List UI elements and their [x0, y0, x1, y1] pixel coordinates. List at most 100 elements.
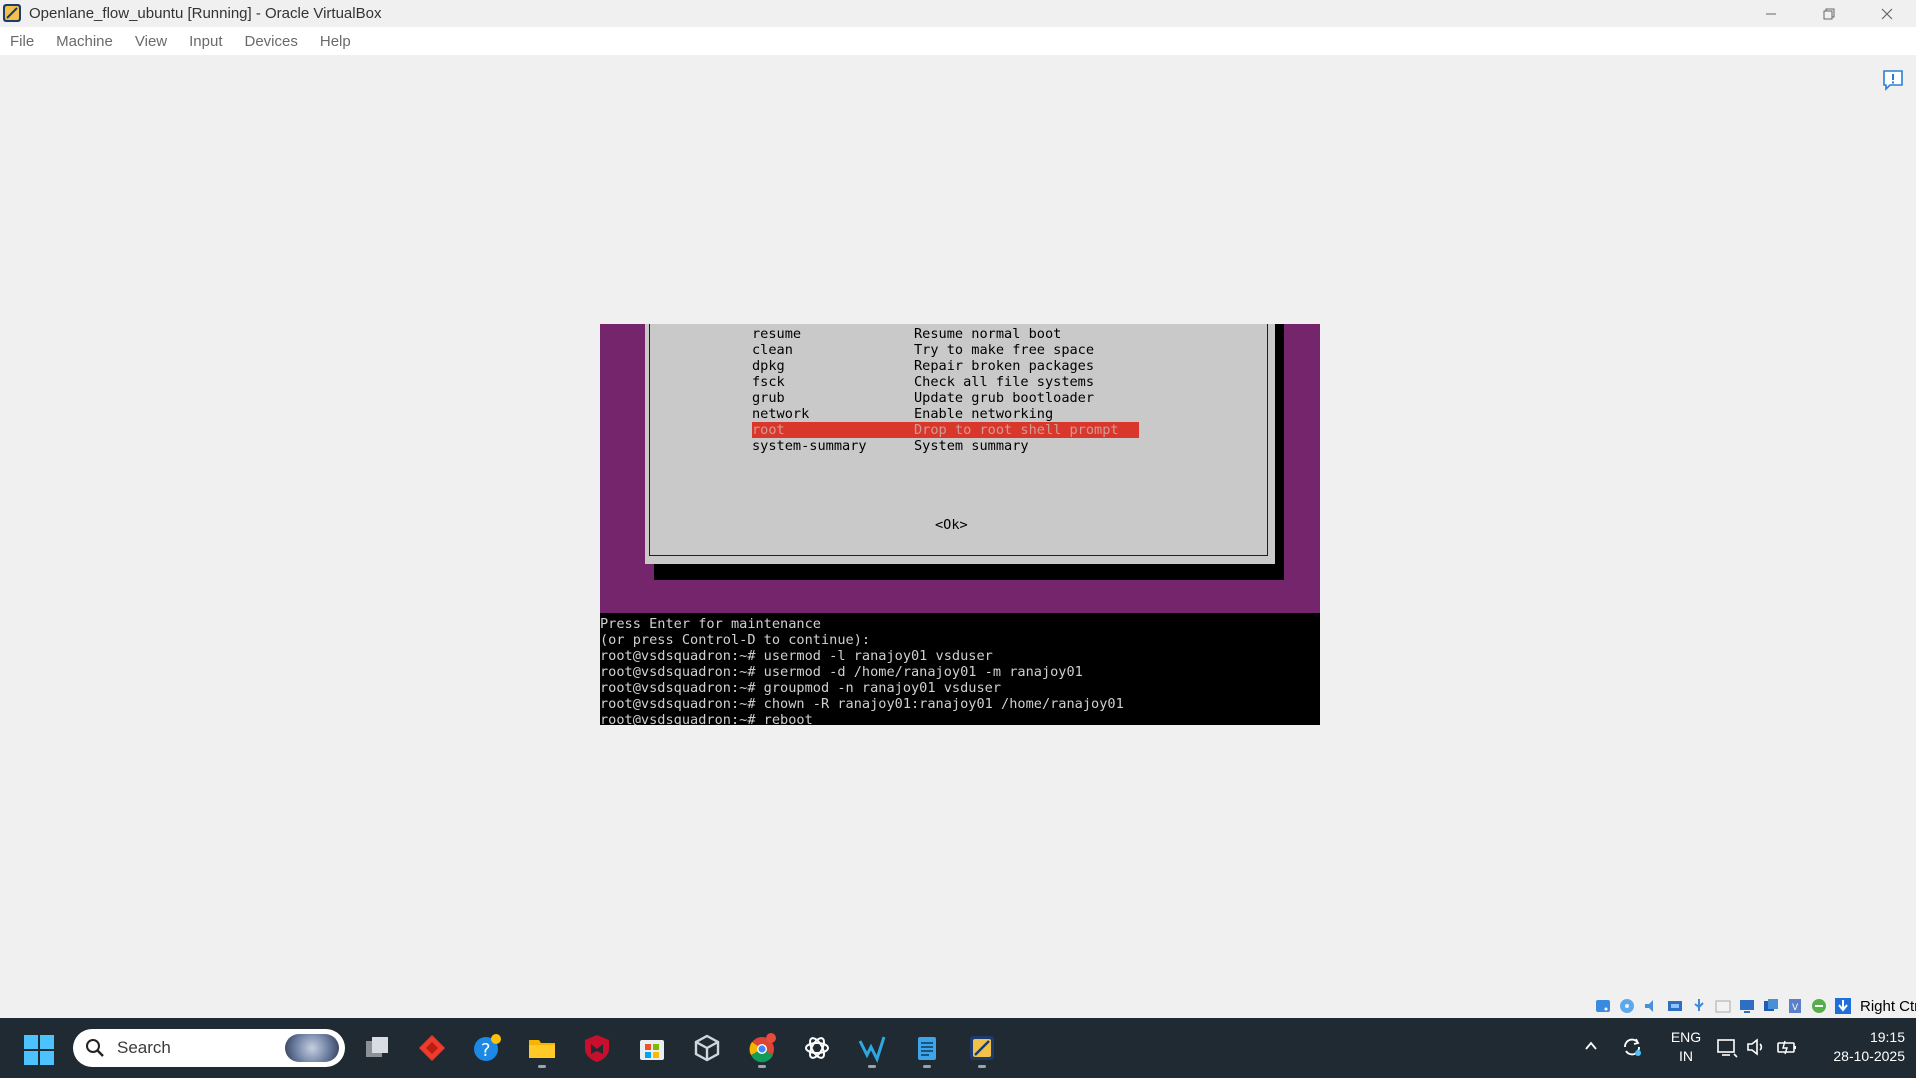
mouse-integration-icon[interactable] [1810, 997, 1828, 1015]
mcafee-shield-icon [585, 1035, 609, 1062]
running-indicator [538, 1065, 546, 1068]
chevron-up-icon[interactable] [1583, 1038, 1599, 1054]
search-highlight-image [285, 1034, 339, 1062]
help-icon: ? [474, 1034, 501, 1061]
menu-machine[interactable]: Machine [45, 33, 124, 50]
notification-icon[interactable] [1882, 69, 1904, 91]
virtualbox-icon [970, 1036, 994, 1060]
terminal-line: root@vsdsquadron:~# groupmod -n ranajoy0… [600, 680, 1002, 696]
menu-view[interactable]: View [124, 33, 178, 50]
terminal-line: root@vsdsquadron:~# usermod -l ranajoy01… [600, 648, 993, 664]
clock-time: 19:15 [1869, 1029, 1905, 1045]
option-key: fsck [752, 374, 785, 390]
taskbar-notepad[interactable] [905, 1026, 949, 1070]
virtualbox-app-icon [3, 4, 21, 22]
chatgpt-icon [805, 1037, 829, 1059]
recovery-option-root-selected[interactable]: root Drop to root shell prompt [752, 422, 1139, 438]
usb-icon[interactable] [1690, 997, 1708, 1015]
option-key: network [752, 406, 810, 422]
hard-disk-icon[interactable] [1594, 997, 1612, 1015]
ok-button[interactable]: <Ok> [935, 517, 968, 533]
running-indicator [923, 1065, 931, 1068]
option-description: Update grub bootloader [914, 390, 1095, 406]
cpu-icon[interactable]: V [1786, 997, 1804, 1015]
folder-icon [529, 1040, 555, 1058]
menu-input[interactable]: Input [178, 33, 233, 50]
svg-text:V: V [1792, 1003, 1799, 1013]
taskbar-file-explorer[interactable] [520, 1026, 564, 1070]
windows-taskbar: Search ? ENG IN 19:15 28-10-2025 [0, 1018, 1916, 1078]
running-indicator [758, 1065, 766, 1068]
network-status-icon[interactable] [1716, 1036, 1738, 1058]
taskbar-virtualbox-extension[interactable] [685, 1026, 729, 1070]
option-key: dpkg [752, 358, 785, 374]
taskbar-anydesk[interactable] [410, 1026, 454, 1070]
running-indicator [868, 1065, 876, 1068]
menu-help[interactable]: Help [309, 33, 362, 50]
running-indicator [978, 1065, 986, 1068]
option-description: System summary [914, 438, 1029, 454]
anydesk-icon [419, 1035, 445, 1061]
taskbar-virtualbox[interactable] [960, 1026, 1004, 1070]
option-description: Enable networking [914, 406, 1054, 422]
taskbar-google-chrome[interactable] [740, 1026, 784, 1070]
menu-file[interactable]: File [0, 33, 45, 50]
option-description: Repair broken packages [914, 358, 1095, 374]
menu-devices[interactable]: Devices [234, 33, 309, 50]
volume-icon[interactable] [1745, 1036, 1767, 1058]
notepad-icon [918, 1037, 936, 1060]
language-indicator[interactable]: ENG IN [1666, 1028, 1706, 1066]
shared-folders-icon[interactable] [1714, 997, 1732, 1015]
taskbar-task-view[interactable] [355, 1026, 399, 1070]
display-icon[interactable] [1738, 997, 1756, 1015]
vm-display[interactable]: resume Resume normal boot clean Try to m… [600, 324, 1320, 725]
chrome-icon [749, 1033, 776, 1063]
sync-icon[interactable] [1621, 1036, 1643, 1058]
battery-icon[interactable] [1776, 1036, 1798, 1058]
taskbar-visual-studio-code[interactable] [850, 1026, 894, 1070]
restore-button[interactable] [1800, 0, 1858, 27]
taskbar-mcafee[interactable] [575, 1026, 619, 1070]
taskbar-chatgpt[interactable] [795, 1026, 839, 1070]
vm-status-bar: V Right Ctrl [1594, 995, 1916, 1017]
clock-date: 28-10-2025 [1833, 1048, 1905, 1064]
window-title-bar[interactable]: Openlane_flow_ubuntu [Running] - Oracle … [0, 0, 1916, 27]
system-clock[interactable]: 19:15 28-10-2025 [1805, 1028, 1905, 1066]
option-description: Resume normal boot [914, 326, 1062, 342]
keyboard-capture-icon[interactable] [1834, 997, 1852, 1015]
option-key: system-summary [752, 438, 867, 454]
restore-icon [1823, 8, 1835, 19]
svg-text:?: ? [481, 1040, 491, 1061]
cube-icon [694, 1034, 720, 1062]
language-code: ENG [1670, 1029, 1702, 1045]
host-key-label: Right Ctrl [1860, 997, 1916, 1015]
windows-logo-pane [24, 1051, 38, 1065]
option-description: Try to make free space [914, 342, 1095, 358]
terminal-line: (or press Control-D to continue): [600, 632, 871, 648]
start-button[interactable] [24, 1035, 54, 1065]
minimize-button[interactable] [1742, 0, 1800, 27]
search-placeholder: Search [117, 1038, 171, 1057]
option-key: root [752, 422, 785, 438]
windows-logo-icon [24, 1035, 38, 1049]
region-code: IN [1679, 1048, 1693, 1064]
terminal-output[interactable]: Press Enter for maintenance (or press Co… [600, 613, 1320, 725]
option-key: clean [752, 342, 793, 358]
optical-drive-icon[interactable] [1618, 997, 1636, 1015]
taskbar-get-help[interactable]: ? [465, 1026, 509, 1070]
taskbar-microsoft-store[interactable] [630, 1026, 674, 1070]
task-view-icon [366, 1037, 388, 1057]
search-icon [86, 1039, 104, 1057]
terminal-line: root@vsdsquadron:~# usermod -d /home/ran… [600, 664, 1083, 680]
option-key: resume [752, 326, 802, 342]
vscode-icon [858, 1036, 886, 1063]
window-title: Openlane_flow_ubuntu [Running] - Oracle … [29, 5, 382, 22]
menu-bar: File Machine View Input Devices Help [0, 27, 1916, 55]
close-button[interactable] [1858, 0, 1916, 27]
taskbar-search[interactable]: Search [73, 1029, 345, 1067]
close-icon [1881, 8, 1893, 19]
audio-icon[interactable] [1642, 997, 1660, 1015]
recording-icon[interactable] [1762, 997, 1780, 1015]
recovery-menu-dialog: resume Resume normal boot clean Try to m… [645, 324, 1275, 564]
network-icon[interactable] [1666, 997, 1684, 1015]
